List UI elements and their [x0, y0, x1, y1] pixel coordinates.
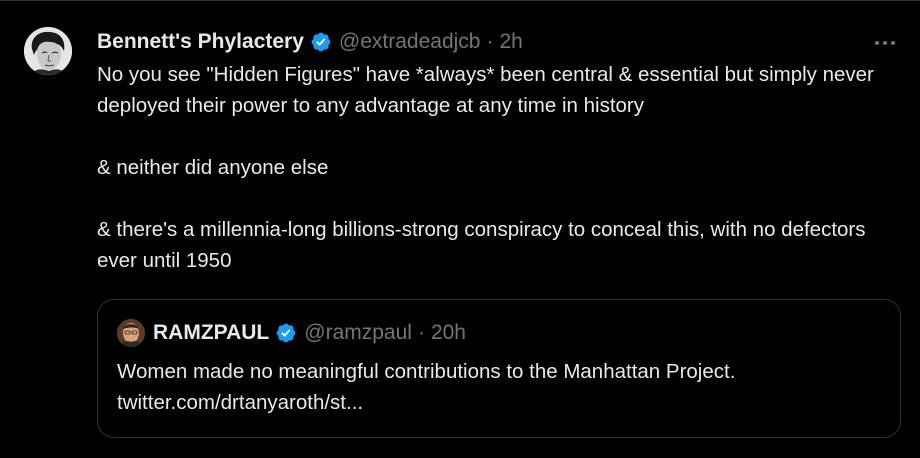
quoted-tweet[interactable]: RAMZPAUL @ramzpaul · 20h Women made no m… — [97, 299, 901, 438]
more-dots-icon — [875, 41, 895, 45]
author-avatar[interactable] — [24, 27, 72, 75]
verified-badge-icon — [275, 322, 297, 344]
quoted-text: Women made no meaningful contributions t… — [117, 356, 887, 418]
tweet-paragraph: No you see "Hidden Figures" have *always… — [97, 63, 874, 117]
quoted-author-name[interactable]: RAMZPAUL — [153, 321, 269, 345]
quoted-timestamp[interactable]: 20h — [431, 321, 466, 345]
separator-dot: · — [486, 30, 494, 53]
tweet-content: Bennett's Phylactery @extradeadjcb · 2h … — [97, 25, 897, 276]
quoted-avatar[interactable] — [117, 319, 145, 347]
tweet[interactable]: Bennett's Phylactery @extradeadjcb · 2h … — [0, 0, 920, 458]
tweet-text: No you see "Hidden Figures" have *always… — [97, 59, 897, 276]
verified-badge-icon — [310, 31, 332, 53]
quoted-link[interactable]: twitter.com/drtanyaroth/st... — [117, 387, 887, 418]
more-options-button[interactable] — [870, 31, 900, 55]
author-name[interactable]: Bennett's Phylactery — [97, 30, 304, 54]
quoted-author-handle[interactable]: @ramzpaul — [304, 321, 412, 345]
author-handle[interactable]: @extradeadjcb — [339, 30, 481, 54]
tweet-paragraph: & neither did anyone else — [97, 156, 329, 179]
separator-dot: · — [417, 321, 425, 344]
quoted-text-line: Women made no meaningful contributions t… — [117, 360, 736, 383]
timestamp[interactable]: 2h — [499, 30, 522, 54]
tweet-header: Bennett's Phylactery @extradeadjcb · 2h — [97, 25, 897, 59]
quoted-header: RAMZPAUL @ramzpaul · 20h — [117, 318, 466, 348]
tweet-paragraph: & there's a millennia-long billions-stro… — [97, 218, 866, 272]
